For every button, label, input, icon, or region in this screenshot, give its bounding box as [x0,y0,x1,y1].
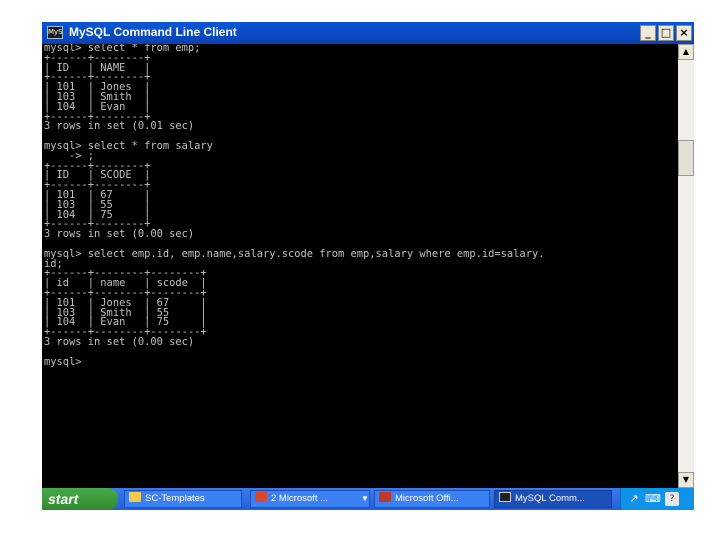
system-tray: ↗ ⌨ ? [620,488,694,510]
taskbar-item-mysql[interactable]: MySQL Comm... [494,490,612,508]
taskbar-item-microsoft-office[interactable]: Microsoft Offi... [374,490,490,508]
taskbar-item-microsoft-group[interactable]: 2 Microsoft ... ▼ [250,490,370,508]
taskbar-item-label: MySQL Comm... [515,493,585,504]
taskbar-item-label: Microsoft Offi... [395,493,459,504]
office-icon [379,492,391,502]
scroll-down-arrow-icon[interactable]: ▼ [678,472,694,488]
keyboard-icon[interactable]: ⌨ [645,492,661,506]
taskbar-item-label: SC-Templates [145,493,205,504]
close-button[interactable]: × [676,25,692,41]
title-bar[interactable]: MyS MySQL Command Line Client _ □ × [42,22,694,44]
maximize-button[interactable]: □ [658,25,674,41]
window-title: MySQL Command Line Client [69,25,237,39]
start-button[interactable]: start [42,488,118,510]
taskbar: start SC-Templates 2 Microsoft ... ▼ Mic… [42,488,694,510]
mysql-console-icon [499,492,511,502]
scroll-up-arrow-icon[interactable]: ▲ [678,44,694,60]
powerpoint-icon [255,492,267,502]
chevron-down-icon: ▼ [361,494,369,503]
network-icon[interactable]: ↗ [627,492,641,506]
mysql-app-icon: MyS [47,26,63,39]
help-icon[interactable]: ? [665,492,679,506]
console-output[interactable]: mysql> select * from emp; +------+------… [42,44,678,488]
taskbar-item-label: 2 Microsoft ... [271,493,329,504]
mysql-window: MyS MySQL Command Line Client _ □ × mysq… [42,22,694,488]
folder-icon [129,492,141,502]
minimize-button[interactable]: _ [640,25,656,41]
console-text: mysql> select * from emp; +------+------… [44,44,545,368]
scroll-thumb[interactable] [678,140,694,176]
taskbar-item-sc-templates[interactable]: SC-Templates [124,490,242,508]
vertical-scrollbar[interactable]: ▲ ▼ [678,44,694,488]
